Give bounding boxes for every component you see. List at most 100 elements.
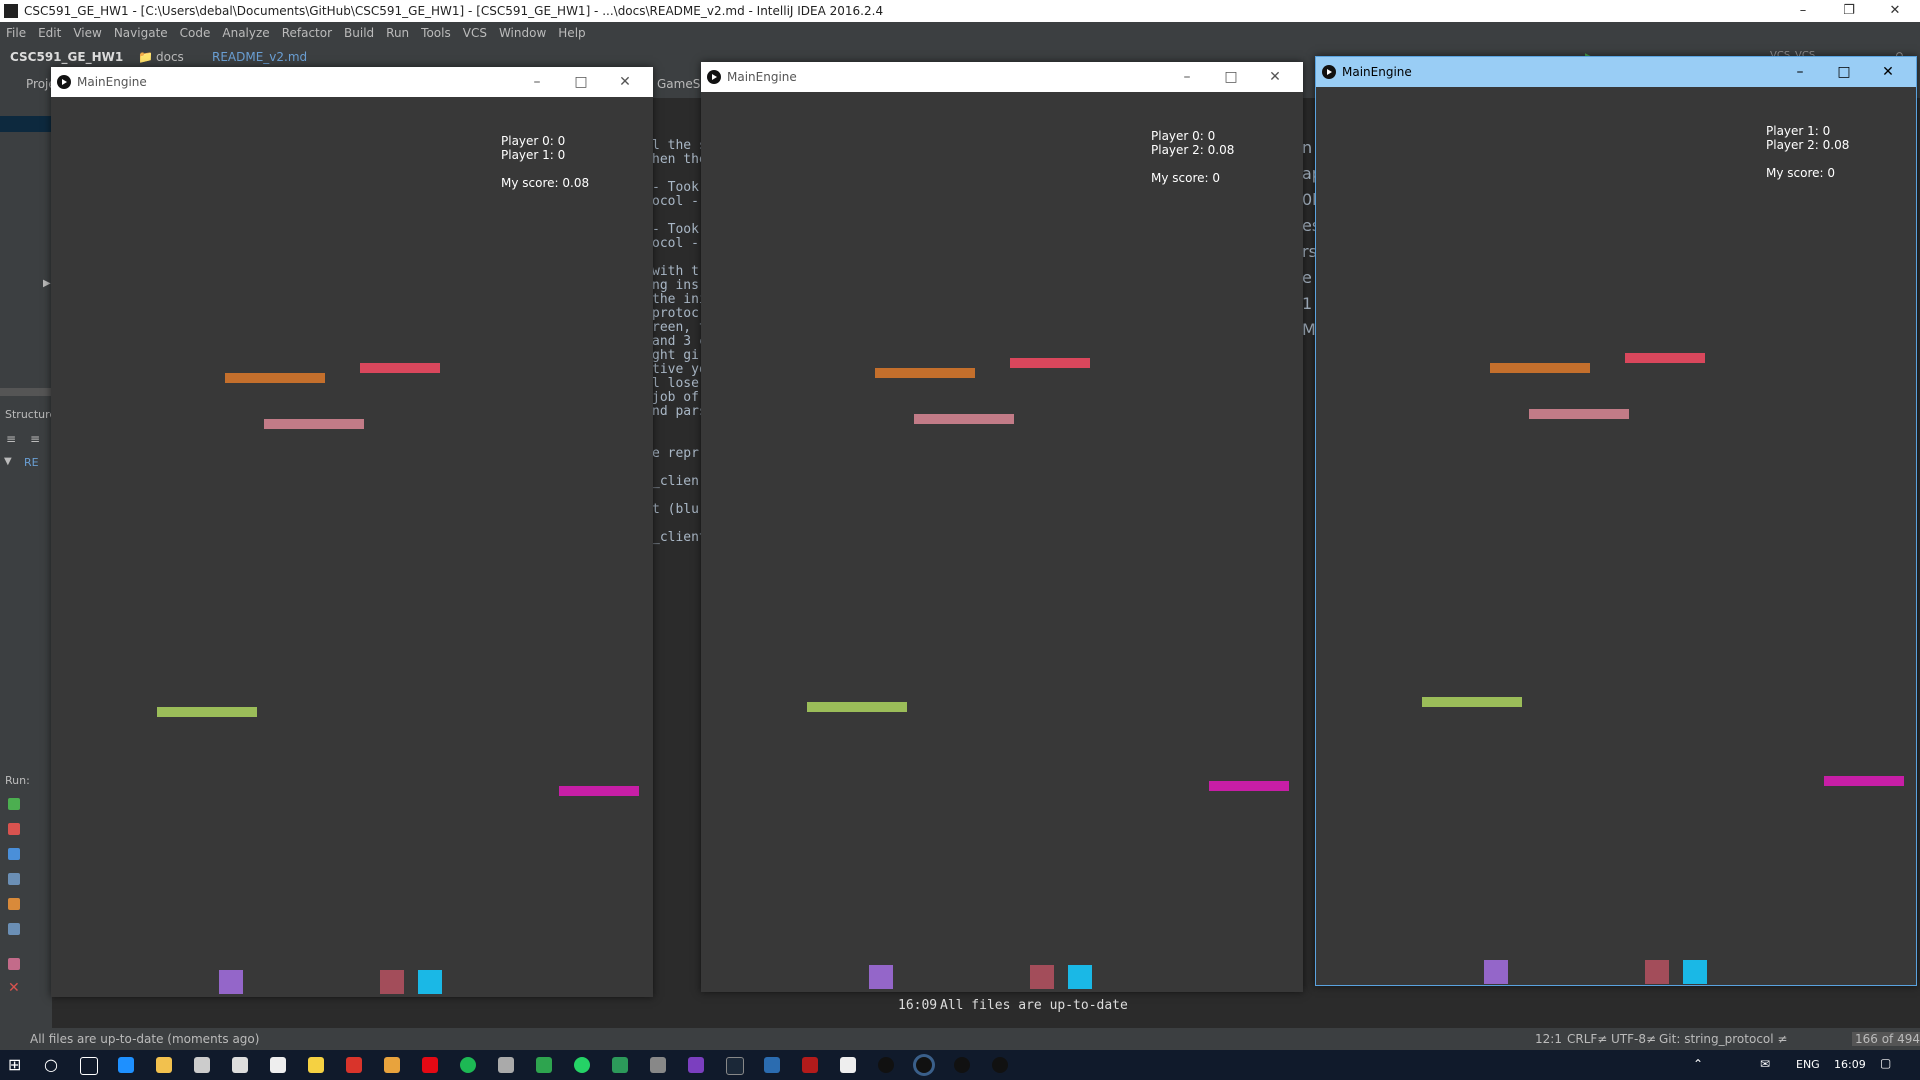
close-icon[interactable]: ✕ — [1872, 0, 1918, 22]
menu-navigate[interactable]: Navigate — [108, 22, 174, 44]
pin-icon[interactable] — [8, 958, 20, 970]
notifications-icon[interactable]: ▢ — [1880, 1056, 1891, 1070]
language-indicator[interactable]: ENG — [1796, 1058, 1820, 1071]
game-window-titlebar[interactable]: MainEngine – □ ✕ — [701, 62, 1303, 92]
collapse-icon[interactable]: ≡ — [30, 432, 40, 446]
file-explorer-icon[interactable] — [156, 1057, 172, 1073]
breadcrumb-project[interactable]: CSC591_GE_HW1 — [10, 50, 123, 64]
calendar-icon[interactable] — [270, 1057, 286, 1073]
platform-red — [360, 363, 440, 373]
game-window-titlebar[interactable]: MainEngine – □ ✕ — [51, 67, 653, 97]
breadcrumb-docs[interactable]: docs — [156, 50, 184, 64]
status-encoding[interactable]: UTF-8≠ — [1611, 1032, 1656, 1046]
platform-orange — [225, 373, 325, 383]
menu-vcs[interactable]: VCS — [457, 22, 493, 44]
task-view-icon[interactable] — [80, 1057, 98, 1075]
close-run-icon[interactable]: ✕ — [8, 980, 20, 996]
calculator-icon[interactable] — [650, 1057, 666, 1073]
edge-icon[interactable] — [118, 1057, 134, 1073]
game-window-2[interactable]: MainEngine – □ ✕ Player 0: 0 Player 2: 0… — [701, 62, 1303, 992]
close-icon[interactable]: ✕ — [1253, 62, 1297, 92]
powershell-icon[interactable] — [764, 1057, 780, 1073]
platform-green — [1422, 697, 1522, 707]
clock[interactable]: 16:09 — [1834, 1058, 1866, 1071]
structure-root-item[interactable]: RE — [24, 456, 39, 469]
rerun-icon[interactable] — [8, 798, 20, 810]
camera-icon[interactable] — [8, 873, 20, 885]
close-icon[interactable]: ✕ — [603, 67, 647, 97]
intellij-icon[interactable] — [840, 1057, 856, 1073]
game-canvas[interactable]: Player 0: 0 Player 1: 0 My score: 0.08 — [51, 97, 653, 997]
project-selected-row[interactable] — [0, 116, 52, 132]
network-icon[interactable]: ✉ — [1760, 1057, 1770, 1071]
onenote-icon[interactable] — [688, 1057, 704, 1073]
maximize-icon[interactable]: □ — [559, 67, 603, 97]
expand-arrow-icon[interactable]: ▶ — [43, 278, 51, 289]
game-canvas[interactable]: Player 0: 0 Player 2: 0.08 My score: 0 — [701, 92, 1303, 992]
platform-orange — [1490, 363, 1590, 373]
hud-player-line-2: Player 2: 0.08 — [1766, 138, 1850, 152]
sticky-notes-icon[interactable] — [308, 1057, 324, 1073]
login-icon[interactable] — [8, 898, 20, 910]
minimize-icon[interactable]: – — [1780, 0, 1826, 22]
store-icon[interactable] — [194, 1057, 210, 1073]
steam-icon[interactable] — [726, 1057, 744, 1075]
game-window-3[interactable]: MainEngine – □ ✕ Player 1: 0 Player 2: 0… — [1315, 56, 1917, 986]
pause-icon[interactable] — [8, 848, 20, 860]
minimize-icon[interactable]: – — [1165, 62, 1209, 92]
java-app-icon[interactable] — [992, 1057, 1008, 1073]
left-tool-panel: ▶ Structure ≡ ≡ ▼ RE Run: ✕ — [0, 98, 56, 1028]
windows-start-icon[interactable]: ⊞ — [8, 1055, 21, 1074]
maximize-icon[interactable]: □ — [1209, 62, 1253, 92]
app-icon — [1322, 65, 1336, 79]
breadcrumb-file[interactable]: README_v2.md — [212, 50, 307, 64]
game-window-titlebar[interactable]: MainEngine – □ ✕ — [1316, 57, 1916, 87]
java-app-icon[interactable] — [954, 1057, 970, 1073]
close-icon[interactable]: ✕ — [1866, 57, 1910, 87]
menu-window[interactable]: Window — [493, 22, 552, 44]
spotify-icon[interactable] — [460, 1057, 476, 1073]
tray-chevron-icon[interactable]: ⌃ — [1693, 1057, 1703, 1071]
platform-orange — [875, 368, 975, 378]
messenger-icon[interactable] — [536, 1057, 552, 1073]
menu-build[interactable]: Build — [338, 22, 380, 44]
acrobat-icon[interactable] — [802, 1057, 818, 1073]
chrome-icon[interactable] — [384, 1057, 400, 1073]
settings-icon[interactable] — [232, 1057, 248, 1073]
menu-analyze[interactable]: Analyze — [216, 22, 275, 44]
status-position[interactable]: 12:1 — [1535, 1032, 1562, 1046]
menu-file[interactable]: File — [0, 22, 32, 44]
splitter[interactable] — [0, 388, 52, 396]
search-circle-icon[interactable]: ○ — [44, 1055, 58, 1074]
menu-view[interactable]: View — [67, 22, 107, 44]
app-icon[interactable] — [612, 1057, 628, 1073]
java-app-icon[interactable] — [878, 1057, 894, 1073]
xbox-icon[interactable] — [498, 1057, 514, 1073]
netflix-icon[interactable] — [422, 1057, 438, 1073]
status-git-branch[interactable]: Git: string_protocol ≠ — [1659, 1032, 1787, 1046]
sort-icon[interactable]: ≡ — [6, 432, 16, 446]
menu-refactor[interactable]: Refactor — [276, 22, 338, 44]
player-purple — [1484, 960, 1508, 984]
game-canvas[interactable]: Player 1: 0 Player 2: 0.08 My score: 0 — [1316, 87, 1916, 985]
menu-help[interactable]: Help — [552, 22, 591, 44]
menu-tools[interactable]: Tools — [415, 22, 457, 44]
restore-icon[interactable]: ❐ — [1826, 0, 1872, 22]
status-line-separator[interactable]: CRLF≠ — [1567, 1032, 1607, 1046]
status-memory[interactable]: 166 of 494M — [1852, 1032, 1920, 1046]
menu-run[interactable]: Run — [380, 22, 415, 44]
tree-expand-icon[interactable]: ▼ — [4, 456, 12, 467]
news-icon[interactable] — [346, 1057, 362, 1073]
code-line: hen the — [652, 152, 707, 167]
layout-icon[interactable] — [8, 923, 20, 935]
whatsapp-icon[interactable] — [574, 1057, 590, 1073]
platform-green — [157, 707, 257, 717]
menu-code[interactable]: Code — [174, 22, 217, 44]
java-app-active-icon[interactable] — [916, 1057, 932, 1073]
menu-edit[interactable]: Edit — [32, 22, 67, 44]
stop-icon[interactable] — [8, 823, 20, 835]
maximize-icon[interactable]: □ — [1822, 57, 1866, 87]
minimize-icon[interactable]: – — [1778, 57, 1822, 87]
game-window-1[interactable]: MainEngine – □ ✕ Player 0: 0 Player 1: 0… — [51, 67, 653, 997]
minimize-icon[interactable]: – — [515, 67, 559, 97]
